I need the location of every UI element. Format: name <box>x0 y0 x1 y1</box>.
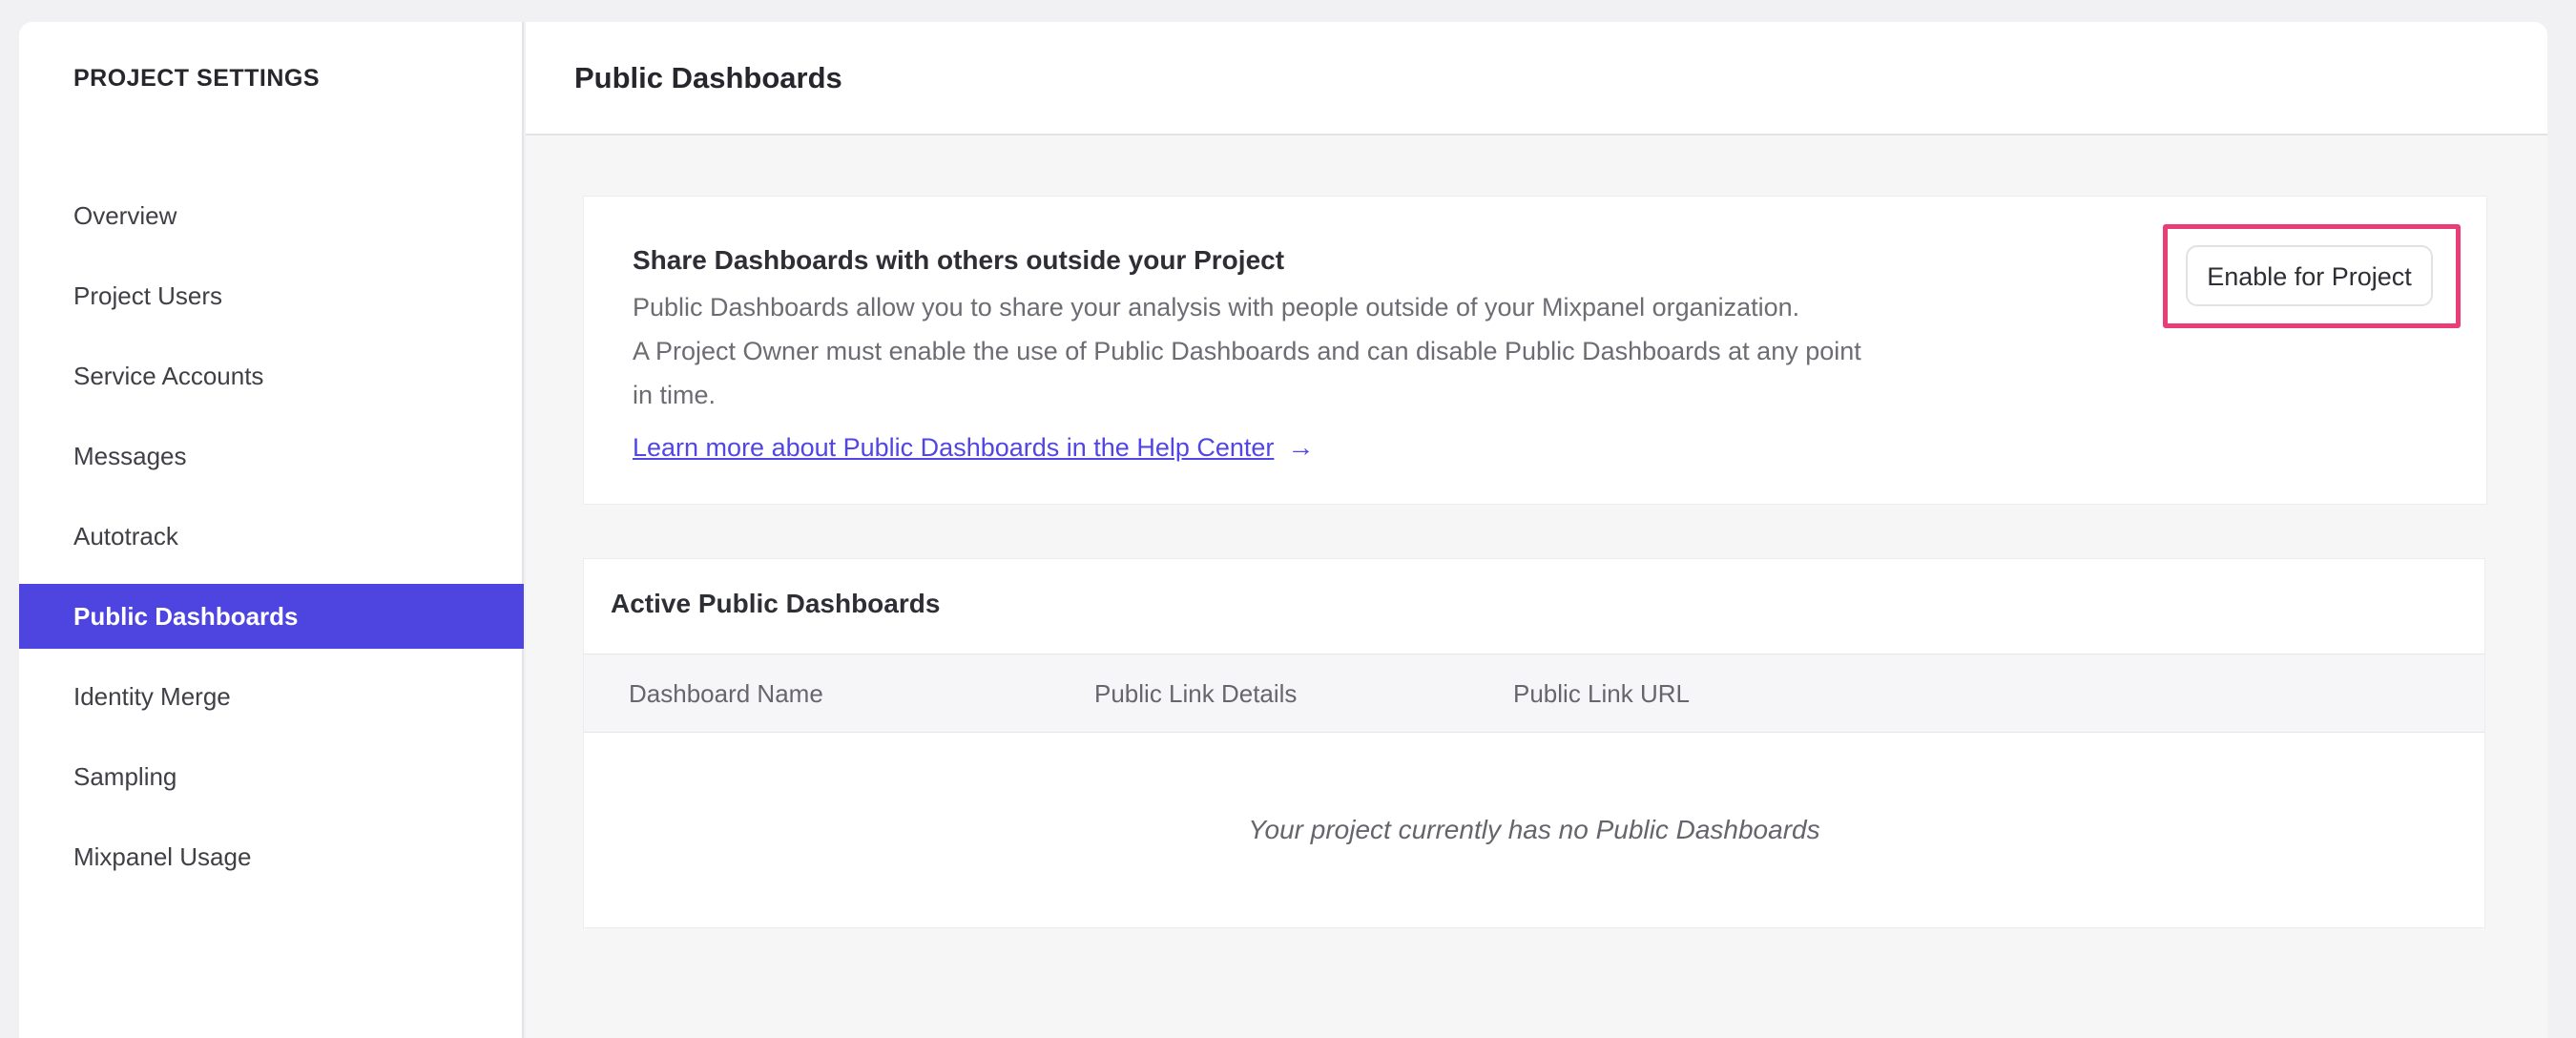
sidebar-item-messages[interactable]: Messages <box>19 424 524 488</box>
sidebar-item-autotrack[interactable]: Autotrack <box>19 504 524 569</box>
project-settings-page: PROJECT SETTINGS Overview Project Users … <box>0 0 2576 1038</box>
column-header-public-link-url: Public Link URL <box>1513 679 1690 708</box>
sidebar-item-overview[interactable]: Overview <box>19 183 524 248</box>
table-header-row: Dashboard Name Public Link Details Publi… <box>584 654 2484 733</box>
page-header: Public Dashboards <box>526 22 2547 135</box>
active-dashboards-title: Active Public Dashboards <box>611 589 941 618</box>
project-settings-sidebar: PROJECT SETTINGS Overview Project Users … <box>19 22 524 1038</box>
share-card-description: Public Dashboards allow you to share you… <box>633 285 1887 417</box>
sidebar-item-public-dashboards[interactable]: Public Dashboards <box>19 584 524 649</box>
sidebar-item-mixpanel-usage[interactable]: Mixpanel Usage <box>19 824 524 889</box>
sidebar-item-project-users[interactable]: Project Users <box>19 263 524 328</box>
share-dashboards-card: Share Dashboards with others outside you… <box>583 196 2487 505</box>
sidebar-item-service-accounts[interactable]: Service Accounts <box>19 343 524 408</box>
column-header-public-link-details: Public Link Details <box>1094 679 1298 708</box>
sidebar-nav: Overview Project Users Service Accounts … <box>19 183 524 904</box>
page-title: Public Dashboards <box>574 61 842 94</box>
help-link-row: Learn more about Public Dashboards in th… <box>633 428 1314 467</box>
arrow-right-icon: → <box>1287 432 1315 462</box>
share-card-description-line2: A Project Owner must enable the use of P… <box>633 337 1861 409</box>
share-card-description-line1: Public Dashboards allow you to share you… <box>633 293 1800 322</box>
active-dashboards-card: Active Public Dashboards Dashboard Name … <box>583 558 2485 928</box>
help-center-link[interactable]: Learn more about Public Dashboards in th… <box>633 433 1274 462</box>
empty-state-message: Your project currently has no Public Das… <box>1248 815 1820 844</box>
sidebar-item-identity-merge[interactable]: Identity Merge <box>19 664 524 729</box>
sidebar-item-sampling[interactable]: Sampling <box>19 744 524 809</box>
share-card-title: Share Dashboards with others outside you… <box>633 245 1285 275</box>
enable-for-project-button[interactable]: Enable for Project <box>2186 245 2433 306</box>
sidebar-title: PROJECT SETTINGS <box>73 65 321 92</box>
column-header-dashboard-name: Dashboard Name <box>629 679 823 708</box>
main-panel: Public Dashboards Share Dashboards with … <box>526 22 2547 1038</box>
